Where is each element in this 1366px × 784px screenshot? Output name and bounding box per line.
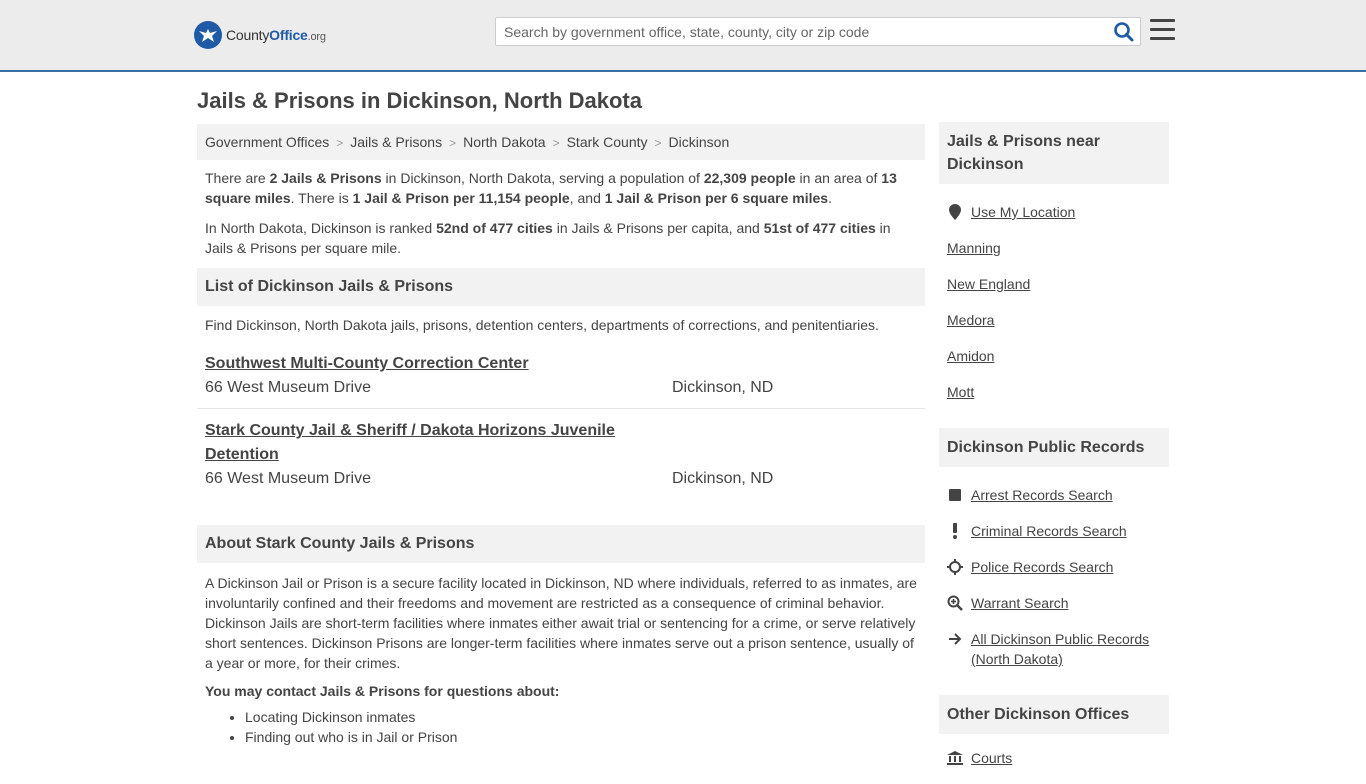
sidebar-public-records: Dickinson Public Records Arrest Records … <box>939 428 1169 685</box>
intro-paragraph-2: In North Dakota, Dickinson is ranked 52n… <box>205 220 891 256</box>
square-icon <box>947 487 963 503</box>
use-my-location-link[interactable]: Use My Location <box>971 202 1075 222</box>
nearby-city-link[interactable]: Medora <box>947 310 994 330</box>
site-header: CountyOffice.org <box>0 0 1366 72</box>
contact-heading: You may contact Jails & Prisons for ques… <box>205 683 560 699</box>
breadcrumb: Government Offices > Jails & Prisons > North… <box>197 124 925 160</box>
listing-address: 66 West Museum Drive <box>205 379 371 396</box>
search-input[interactable] <box>504 22 1104 42</box>
sidebar-nearby-title: Jails & Prisons near Dickinson <box>939 122 1169 184</box>
breadcrumb-current: Dickinson <box>668 134 730 150</box>
sidebar-nearby: Jails & Prisons near Dickinson Use My Lo… <box>939 122 1169 418</box>
contact-bullet-list: Locating Dickinson inmates Finding out w… <box>197 699 925 747</box>
hamburger-menu-icon[interactable] <box>1150 19 1175 41</box>
sidebar-other-title: Other Dickinson Offices <box>939 695 1169 734</box>
list-item: Stark County Jail & Sheriff / Dakota Hor… <box>197 409 925 499</box>
about-section-text: A Dickinson Jail or Prison is a secure f… <box>205 575 917 671</box>
intro-paragraph-1: There are 2 Jails & Prisons in Dickinson… <box>205 170 897 206</box>
breadcrumb-separator-icon: > <box>336 136 344 150</box>
listing-name-link[interactable]: Southwest Multi-County Correction Center <box>205 352 645 376</box>
list-section-description: Find Dickinson, North Dakota jails, pris… <box>205 317 879 333</box>
map-pin-icon <box>947 204 963 220</box>
search-button[interactable] <box>1112 21 1136 43</box>
nearby-city-link[interactable]: Manning <box>947 238 1001 258</box>
listing-address: 66 West Museum Drive <box>205 470 371 487</box>
about-section-title: About Stark County Jails & Prisons <box>197 525 925 563</box>
eagle-seal-icon <box>194 21 222 49</box>
all-public-records-link[interactable]: All Dickinson Public Records (North Dako… <box>971 629 1161 669</box>
magnifier-plus-icon <box>947 595 963 611</box>
nearby-city-link[interactable]: New England <box>947 274 1030 294</box>
main-content: Government Offices > Jails & Prisons > North… <box>197 124 925 747</box>
sidebar-other-offices: Other Dickinson Offices Courts <box>939 695 1169 784</box>
search-box <box>495 17 1141 46</box>
nearby-city-link[interactable]: Mott <box>947 382 974 402</box>
courthouse-icon <box>947 750 963 766</box>
breadcrumb-separator-icon: > <box>654 136 662 150</box>
breadcrumb-jails-prisons[interactable]: Jails & Prisons <box>350 134 442 150</box>
breadcrumb-north-dakota[interactable]: North Dakota <box>463 134 545 150</box>
arrow-right-icon <box>947 631 963 647</box>
police-records-link[interactable]: Police Records Search <box>971 557 1113 577</box>
breadcrumb-government-offices[interactable]: Government Offices <box>205 134 329 150</box>
courts-link[interactable]: Courts <box>971 748 1012 768</box>
nearby-city-link[interactable]: Amidon <box>947 346 994 366</box>
list-section-title: List of Dickinson Jails & Prisons <box>197 268 925 306</box>
intro-text: There are 2 Jails & Prisons in Dickinson… <box>197 160 925 258</box>
search-icon <box>1114 22 1134 42</box>
breadcrumb-separator-icon: > <box>552 136 560 150</box>
list-item: Southwest Multi-County Correction Center… <box>197 342 925 409</box>
listing-city: Dickinson, ND <box>672 470 774 487</box>
crosshair-icon <box>947 559 963 575</box>
list-item: Finding out who is in Jail or Prison <box>245 727 917 747</box>
list-item: Locating Dickinson inmates <box>245 707 917 727</box>
listing-city: Dickinson, ND <box>672 379 774 396</box>
criminal-records-link[interactable]: Criminal Records Search <box>971 521 1127 541</box>
sidebar-records-title: Dickinson Public Records <box>939 428 1169 467</box>
listing-name-link[interactable]: Stark County Jail & Sheriff / Dakota Hor… <box>205 419 645 467</box>
arrest-records-link[interactable]: Arrest Records Search <box>971 485 1113 505</box>
breadcrumb-separator-icon: > <box>449 136 457 150</box>
breadcrumb-stark-county[interactable]: Stark County <box>567 134 648 150</box>
logo-text: CountyOffice.org <box>226 27 326 43</box>
page-title: Jails & Prisons in Dickinson, North Dako… <box>197 88 642 113</box>
exclamation-icon <box>947 523 963 539</box>
warrant-search-link[interactable]: Warrant Search <box>971 593 1069 613</box>
site-logo[interactable]: CountyOffice.org <box>194 21 326 49</box>
use-my-location-item: Use My Location <box>947 202 1161 222</box>
